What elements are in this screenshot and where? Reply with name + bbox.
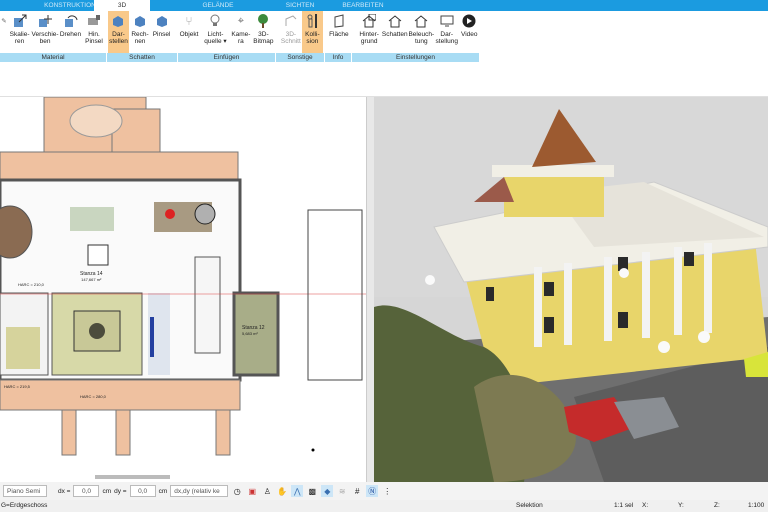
- scale-icon: [12, 13, 28, 29]
- kamera-button[interactable]: ⌖ Kame- ra: [229, 11, 253, 53]
- relative-mode-select[interactable]: dx,dy (relativ ke: [170, 485, 229, 497]
- play-icon: [461, 13, 477, 29]
- group-material: Material: [0, 53, 107, 62]
- group-einstellungen: Einstellungen: [352, 53, 480, 62]
- tab-sichten[interactable]: SICHTEN: [272, 0, 328, 11]
- brush-icon: [86, 13, 102, 29]
- figure-icon[interactable]: ♙: [261, 485, 273, 497]
- area-icon: [331, 13, 347, 29]
- clock-icon[interactable]: ◷: [231, 485, 243, 497]
- tab-bearbeiten[interactable]: BEARBEITEN: [328, 0, 398, 11]
- dimension-label: HARC = 210,0: [18, 282, 44, 287]
- dx-label: dx =: [58, 487, 71, 495]
- verschieben-button[interactable]: Verschie- ben: [31, 11, 59, 53]
- flaeche-button[interactable]: Fläche: [327, 11, 351, 53]
- status-mode: Selektion: [516, 502, 543, 509]
- rechnen-button[interactable]: Rech- nen: [129, 11, 151, 53]
- cube-brush-icon: [154, 13, 170, 29]
- monitor-icon[interactable]: ▣: [246, 485, 258, 497]
- paint-icon: ✎: [1, 17, 7, 25]
- status-selection: 1:1 sel: [614, 502, 634, 509]
- status-floor: G=Erdgeschoss: [1, 502, 48, 509]
- camera-icon: ⌖: [237, 14, 244, 27]
- font-select[interactable]: Piano Semi: [3, 485, 47, 497]
- ribbon-tabs: KONSTRUKTION 3D GELÄNDE SICHTEN BEARBEIT…: [0, 0, 768, 11]
- group-einfuegen: Einfügen: [178, 53, 276, 62]
- group-info: Info: [325, 53, 352, 62]
- cube-icon: [110, 13, 126, 29]
- skalieren-button[interactable]: Skalie- ren: [8, 11, 32, 53]
- view-splitter[interactable]: [366, 97, 374, 482]
- diamond-icon[interactable]: ◆: [321, 485, 334, 497]
- room-area: 5,683 m²: [242, 331, 258, 336]
- dimension-label: HARC = 219,5: [4, 384, 30, 389]
- beleuchtung-button[interactable]: Beleuch- tung: [408, 11, 435, 53]
- tree-icon: [255, 13, 271, 29]
- status-y: Y:: [678, 502, 684, 509]
- drehen-button[interactable]: Drehen: [59, 11, 83, 53]
- status-x: X:: [642, 502, 649, 509]
- status-z: Z:: [714, 502, 720, 509]
- darstellen-button[interactable]: Dar- stellen: [107, 11, 130, 53]
- ribbon: ✎ Skalie- ren Verschie- ben Drehen Hin. …: [0, 11, 480, 53]
- layers-icon[interactable]: ▩: [306, 485, 318, 497]
- monitor-icon: [439, 13, 455, 29]
- dx-unit: cm: [102, 487, 112, 495]
- more-icon[interactable]: ⋮: [381, 485, 393, 497]
- house-shadow-icon: [387, 13, 403, 29]
- kollision-button[interactable]: Kolli- sion: [301, 11, 324, 53]
- 3d-view[interactable]: [374, 97, 768, 482]
- 3d-bitmap-button[interactable]: 3D- Bitmap: [253, 11, 275, 53]
- section-icon: [283, 13, 299, 29]
- bottom-toolbar: Piano Semi dx = 0,0 cm dy = 0,0 cm dx,dy…: [0, 482, 768, 500]
- floor-plan-view[interactable]: Stanza 14 147,667 m² Stanza 12 5,683 m² …: [0, 97, 370, 482]
- tab-gelaende[interactable]: GELÄNDE: [164, 0, 272, 11]
- angle-snap-icon[interactable]: ⋀: [291, 485, 304, 497]
- video-button[interactable]: Video: [459, 11, 481, 53]
- cube-icon: [132, 13, 148, 29]
- lightbulb-icon: [207, 13, 223, 29]
- collision-icon: [304, 13, 320, 29]
- chair-icon: ⑂: [185, 13, 193, 28]
- hin-pinsel-button[interactable]: Hin. Pinsel: [82, 11, 106, 53]
- horizontal-scrollbar[interactable]: [95, 475, 170, 479]
- objekt-button[interactable]: ⑂ Objekt: [176, 11, 201, 53]
- grid-icon[interactable]: #: [351, 485, 363, 497]
- lichtquelle-button[interactable]: Licht- quelle ▾: [202, 11, 229, 53]
- dy-label: dy =: [114, 487, 127, 495]
- dy-unit: cm: [158, 487, 168, 495]
- house-light-icon: [413, 13, 429, 29]
- schatten-pinsel-button[interactable]: Pinsel: [151, 11, 173, 53]
- status-bar: G=Erdgeschoss Selektion 1:1 sel X: Y: Z:…: [0, 500, 768, 512]
- schatten-settings-button[interactable]: Schatten: [382, 11, 408, 53]
- rotate-icon: [63, 13, 79, 29]
- group-schatten: Schatten: [107, 53, 178, 62]
- group-sonstige: Sonstige: [276, 53, 325, 62]
- dy-input[interactable]: 0,0: [129, 485, 156, 497]
- 3d-schnitt-button[interactable]: 3D- Schnitt: [280, 11, 302, 53]
- room-area: 147,667 m²: [81, 277, 102, 282]
- tab-3d[interactable]: 3D: [94, 0, 150, 11]
- floor-plan-drawing: [0, 97, 370, 479]
- empty-toolbar-area: [0, 62, 768, 97]
- move-icon: [37, 13, 53, 29]
- 3d-house-render: [374, 97, 768, 482]
- darstellung-button[interactable]: Dar- stellung: [435, 11, 459, 53]
- ribbon-group-labels: Material Schatten Einfügen Sonstige Info…: [0, 53, 480, 62]
- status-scale: 1:100: [748, 502, 765, 509]
- house-background-icon: [361, 13, 377, 29]
- dimension-label: HARC = 280,0: [80, 394, 106, 399]
- hintergrund-button[interactable]: Hinter- grund: [356, 11, 381, 53]
- dx-input[interactable]: 0,0: [73, 485, 100, 497]
- stack-icon[interactable]: ≋: [336, 485, 348, 497]
- north-icon[interactable]: Ⓝ: [366, 485, 379, 497]
- hand-icon[interactable]: ✋: [276, 485, 288, 497]
- farben-button[interactable]: ✎: [0, 11, 8, 53]
